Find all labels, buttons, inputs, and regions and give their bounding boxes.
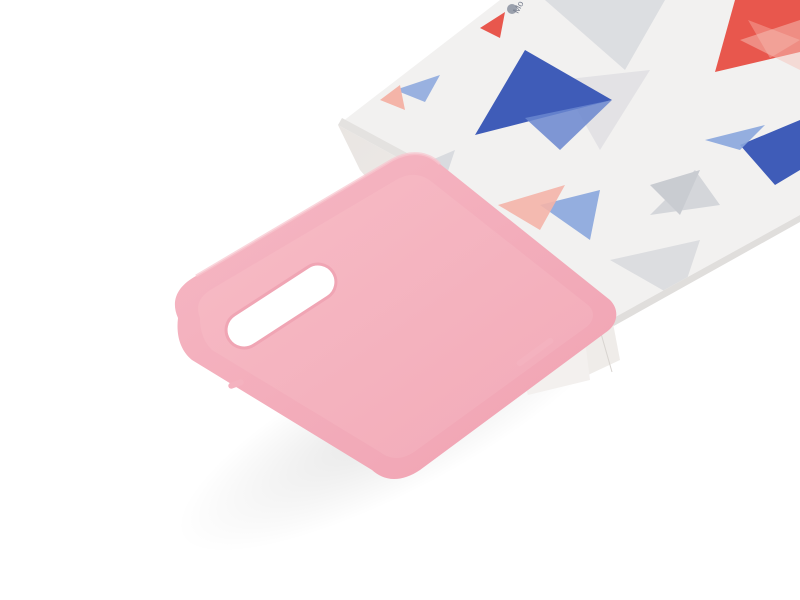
product-photo: Mo [0,0,800,600]
pattern-triangle [760,235,800,275]
photo-canvas: Mo [174,0,800,553]
